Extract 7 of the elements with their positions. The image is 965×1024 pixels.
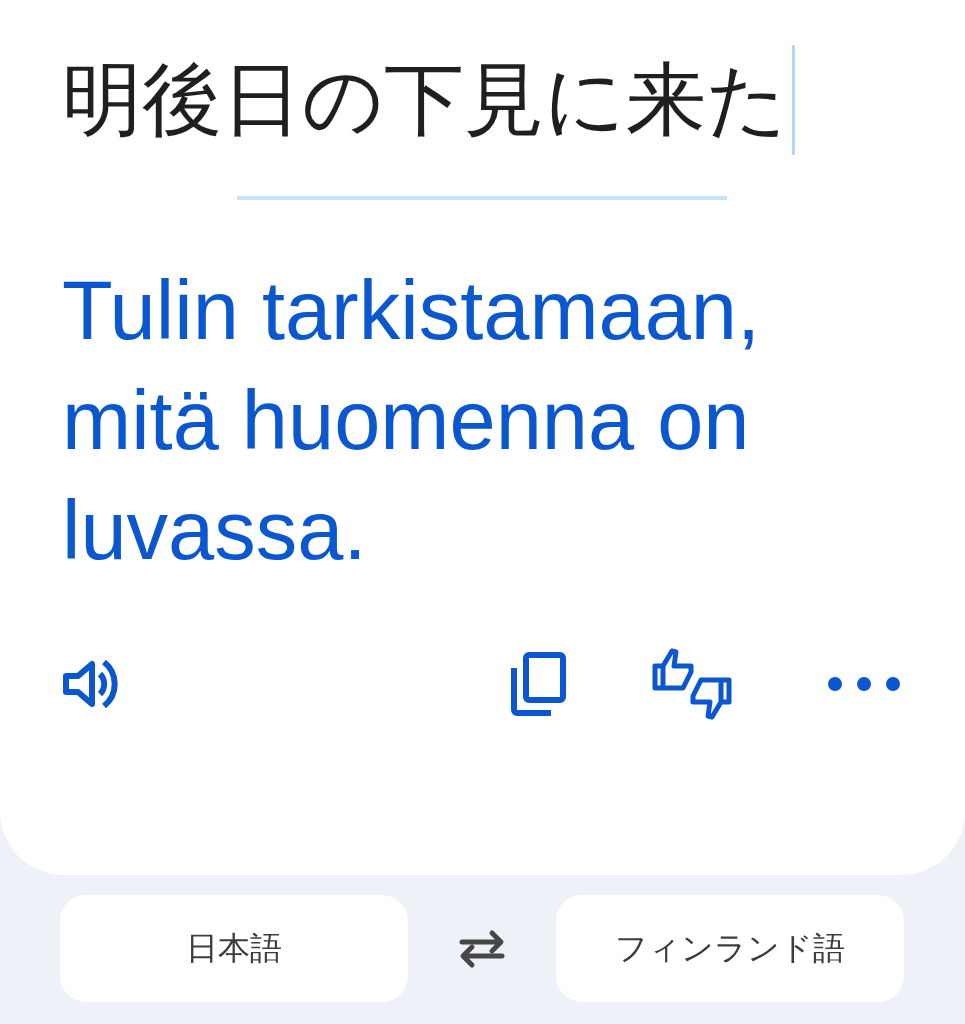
- source-text[interactable]: 明後日の下見に来た: [62, 44, 788, 156]
- target-language-button[interactable]: フィンランド語: [556, 895, 904, 1002]
- source-language-button[interactable]: 日本語: [60, 895, 408, 1002]
- copy-icon[interactable]: [510, 652, 566, 716]
- more-icon[interactable]: [827, 676, 901, 692]
- thumbs-up-down-icon[interactable]: [652, 648, 732, 720]
- translation-text: Tulin tarkistamaan, mitä huomenna on luvassa.: [62, 263, 762, 579]
